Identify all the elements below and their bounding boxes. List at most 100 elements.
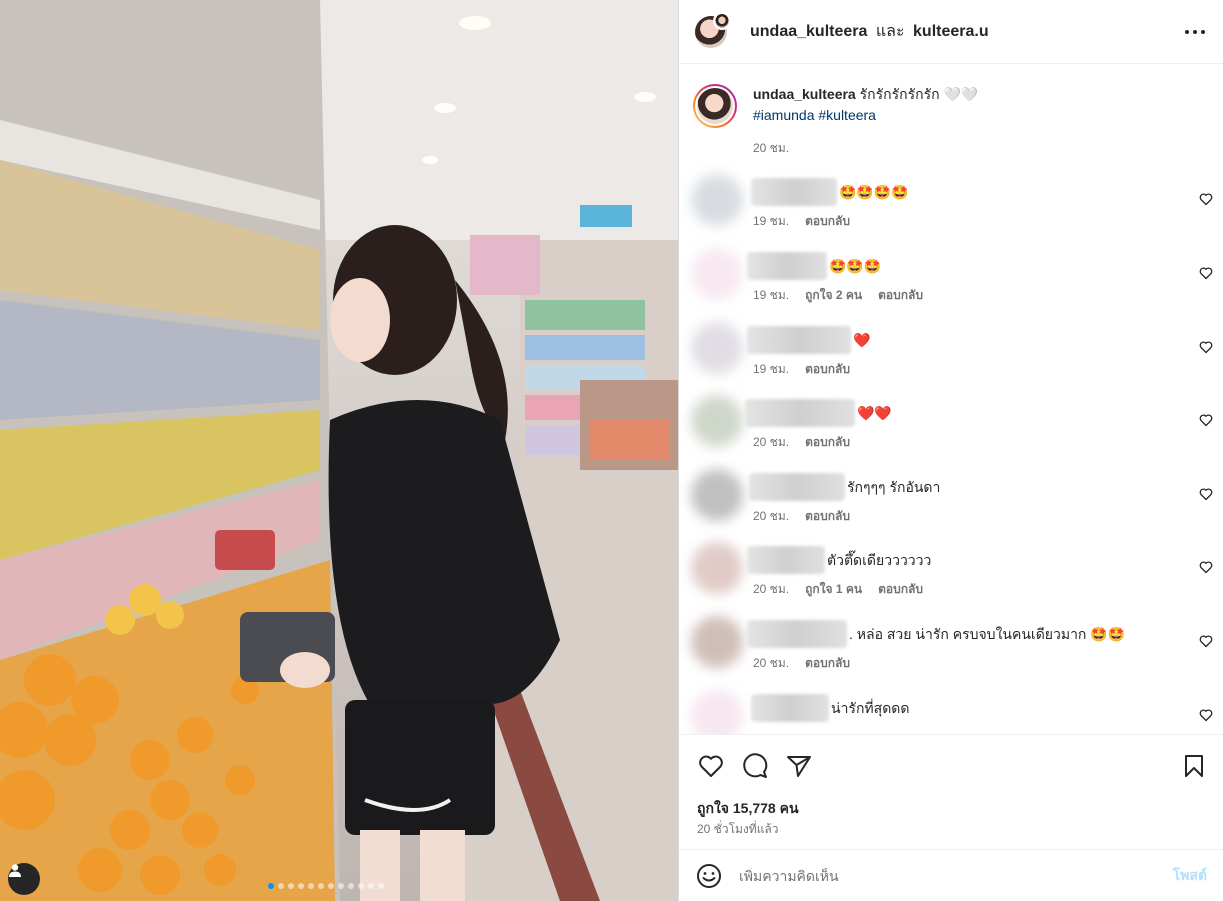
comment-row: ❤️ 19 ชม. ตอบกลับ <box>679 322 1223 394</box>
heart-small-icon[interactable] <box>1199 340 1213 354</box>
commenter-username-blurred[interactable] <box>747 326 851 354</box>
carousel-dots <box>268 883 384 889</box>
commenter-username-blurred[interactable] <box>747 252 827 280</box>
more-options-button[interactable] <box>1183 20 1207 44</box>
reply-button[interactable]: ตอบกลับ <box>878 286 923 305</box>
comments-list[interactable]: undaa_kulteera รักรักรักรักรัก 🤍🤍 #iamun… <box>679 64 1223 734</box>
commenter-avatar[interactable] <box>691 248 743 300</box>
comment-meta: 19 ชม. ตอบกลับ <box>753 212 850 231</box>
carousel-dot[interactable] <box>358 883 364 889</box>
reply-button[interactable]: ตอบกลับ <box>805 507 850 526</box>
commenter-avatar[interactable] <box>691 469 743 521</box>
reply-button[interactable]: ตอบกลับ <box>878 580 923 599</box>
collaborator-username[interactable]: kulteera.u <box>913 23 989 40</box>
comment-meta: 19 ชม. ตอบกลับ <box>753 360 850 379</box>
comment-input[interactable] <box>739 867 1173 884</box>
comment-row: ❤️❤️ 20 ชม. ตอบกลับ <box>679 395 1223 467</box>
heart-small-icon[interactable] <box>1199 634 1213 648</box>
carousel-dot[interactable] <box>308 883 314 889</box>
comment-text: รักๆๆๆ รักอันดา <box>847 479 941 495</box>
comment-row: ตัวตึ๊ดเดียวววววว 20 ชม. ถูกใจ 1 คน ตอบกลับ <box>679 542 1223 614</box>
heart-small-icon[interactable] <box>1199 487 1213 501</box>
carousel-dot[interactable] <box>328 883 334 889</box>
comment-text: ❤️❤️ <box>857 405 892 421</box>
share-button[interactable] <box>784 751 814 781</box>
and-text: และ <box>875 23 905 40</box>
carousel-dot[interactable] <box>318 883 324 889</box>
reply-button[interactable]: ตอบกลับ <box>805 212 850 231</box>
reply-button[interactable]: ตอบกลับ <box>805 360 850 379</box>
comment-text: น่ารักที่สุดดด <box>831 700 910 716</box>
post-header: undaa_kulteera และ kulteera.u <box>679 0 1223 64</box>
comment-likes[interactable]: ถูกใจ 1 คน <box>805 580 862 599</box>
save-icon <box>1185 755 1203 777</box>
save-button[interactable] <box>1179 751 1209 781</box>
commenter-username-blurred[interactable] <box>747 620 847 648</box>
caption-avatar[interactable] <box>693 84 737 128</box>
commenter-avatar[interactable] <box>691 690 743 734</box>
commenter-avatar[interactable] <box>691 616 743 668</box>
comment-meta: 20 ชม. ถูกใจ 1 คน ตอบกลับ <box>753 580 923 599</box>
comment-time[interactable]: 20 ชม. <box>753 654 789 673</box>
author-username[interactable]: undaa_kulteera <box>750 23 867 40</box>
post-comment-button[interactable]: โพสต์ <box>1173 865 1207 887</box>
reply-button[interactable]: ตอบกลับ <box>805 654 850 673</box>
caption-time: 20 ชม. <box>753 141 790 155</box>
heart-small-icon[interactable] <box>1199 413 1213 427</box>
carousel-dot[interactable] <box>378 883 384 889</box>
comment-meta: 20 ชม. ตอบกลับ <box>753 507 850 526</box>
post-panel: undaa_kulteera และ kulteera.u undaa_kult… <box>678 0 1223 901</box>
heart-small-icon[interactable] <box>1199 266 1213 280</box>
share-icon <box>787 756 811 777</box>
post-actions: ถูกใจ 15,778 คน 20 ชั่วโมงที่แล้ว <box>679 734 1223 849</box>
comment-time[interactable]: 20 ชม. <box>753 507 789 526</box>
comment-time[interactable]: 20 ชม. <box>753 433 789 452</box>
user-tag-button[interactable] <box>8 863 40 895</box>
caption-username[interactable]: undaa_kulteera <box>753 86 856 102</box>
commenter-avatar[interactable] <box>691 395 743 447</box>
heart-small-icon[interactable] <box>1199 708 1213 722</box>
comment-button[interactable] <box>740 751 770 781</box>
carousel-dot[interactable] <box>268 883 274 889</box>
carousel-dot[interactable] <box>338 883 344 889</box>
likes-count[interactable]: ถูกใจ 15,778 คน <box>697 798 799 820</box>
heart-small-icon[interactable] <box>1199 192 1213 206</box>
comment-icon <box>743 753 768 778</box>
comment-time[interactable]: 19 ชม. <box>753 212 789 231</box>
comment-text: ตัวตึ๊ดเดียวววววว <box>827 552 932 568</box>
comment-text: . หล่อ สวย น่ารัก ครบจบในคนเดียวมาก 🤩🤩 <box>849 626 1126 642</box>
carousel-dot[interactable] <box>368 883 374 889</box>
caption-hashtags[interactable]: #iamunda #kulteera <box>753 105 978 126</box>
heart-small-icon[interactable] <box>1199 560 1213 574</box>
carousel-dot[interactable] <box>288 883 294 889</box>
comment-time[interactable]: 19 ชม. <box>753 286 789 305</box>
comment-row: . หล่อ สวย น่ารัก ครบจบในคนเดียวมาก 🤩🤩 20… <box>679 616 1223 688</box>
commenter-username-blurred[interactable] <box>749 473 845 501</box>
like-button[interactable] <box>696 751 726 781</box>
add-comment-bar: โพสต์ <box>679 849 1223 901</box>
comment-meta: 20 ชม. ตอบกลับ <box>753 433 850 452</box>
commenter-username-blurred[interactable] <box>751 694 829 722</box>
comment-row: น่ารักที่สุดดด <box>679 690 1223 734</box>
commenter-username-blurred[interactable] <box>745 399 855 427</box>
post-photo[interactable] <box>0 0 678 901</box>
commenter-avatar[interactable] <box>691 542 743 594</box>
comment-likes[interactable]: ถูกใจ 2 คน <box>805 286 862 305</box>
commenter-username-blurred[interactable] <box>747 546 825 574</box>
emoji-icon[interactable] <box>695 862 723 890</box>
carousel-dot[interactable] <box>348 883 354 889</box>
comment-time[interactable]: 20 ชม. <box>753 580 789 599</box>
carousel-dot[interactable] <box>298 883 304 889</box>
commenter-avatar[interactable] <box>691 322 743 374</box>
post-time: 20 ชั่วโมงที่แล้ว <box>697 822 779 836</box>
more-icon <box>1185 29 1205 34</box>
caption-text: รักรักรักรักรัก 🤍🤍 <box>859 86 979 102</box>
collaborator-avatar[interactable] <box>713 11 731 30</box>
comment-text: 🤩🤩🤩 <box>829 258 882 274</box>
commenter-avatar[interactable] <box>691 174 743 226</box>
author-avatar[interactable] <box>695 11 731 48</box>
comment-time[interactable]: 19 ชม. <box>753 360 789 379</box>
reply-button[interactable]: ตอบกลับ <box>805 433 850 452</box>
commenter-username-blurred[interactable] <box>751 178 837 206</box>
carousel-dot[interactable] <box>278 883 284 889</box>
